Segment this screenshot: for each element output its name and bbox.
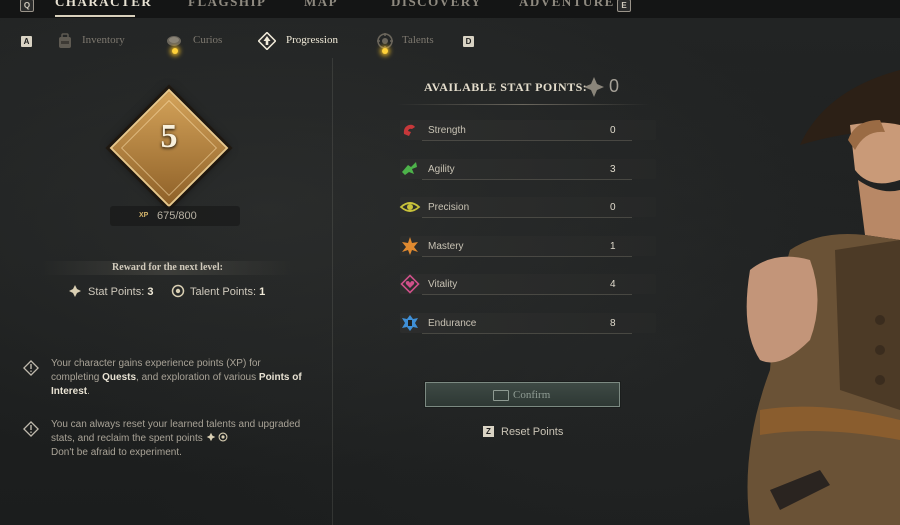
active-tab-underline bbox=[55, 15, 135, 17]
stat-row-underline bbox=[422, 255, 632, 257]
stat-value: 4 bbox=[610, 279, 616, 291]
talent-points-icon bbox=[218, 432, 228, 442]
reset-points-label: Reset Points bbox=[501, 426, 564, 438]
stat-points-icon bbox=[206, 432, 215, 442]
tab-talents[interactable]: Talents bbox=[402, 34, 434, 46]
stat-row-underline bbox=[422, 140, 632, 141]
stat-name: Mastery bbox=[428, 240, 464, 252]
stat-points-label: Stat Points: bbox=[88, 286, 145, 298]
stat-points-value: 3 bbox=[147, 286, 154, 298]
tab-progression[interactable]: Progression bbox=[286, 34, 338, 46]
available-stat-points-value: 0 bbox=[609, 76, 620, 96]
talents-notification-dot bbox=[382, 48, 388, 54]
reward-title: Reward for the next level: bbox=[112, 262, 223, 273]
tab-inventory[interactable]: Inventory bbox=[82, 34, 125, 46]
reward-talent-points: Talent Points: 1 bbox=[190, 286, 265, 298]
xp-icon: XP bbox=[139, 212, 149, 219]
stat-row-underline bbox=[422, 217, 632, 219]
strength-icon bbox=[403, 124, 415, 136]
nav-tab-map[interactable]: MAP bbox=[304, 0, 338, 10]
stat-row-strength[interactable]: Strength 0 bbox=[394, 117, 656, 141]
progression-icon bbox=[258, 32, 276, 50]
key-hint-a: A bbox=[21, 36, 32, 47]
stat-value: 8 bbox=[610, 318, 616, 329]
nav-tab-discovery[interactable]: DISCOVERY bbox=[391, 0, 482, 10]
stat-row-underline bbox=[422, 178, 632, 180]
stat-value: 0 bbox=[610, 125, 616, 136]
stat-row-vitality[interactable]: Vitality 4 bbox=[394, 271, 656, 296]
top-navigation: Q CHARACTER FLAGSHIP MAP DISCOVERY ADVEN… bbox=[0, 0, 900, 18]
tab-curios[interactable]: Curios bbox=[193, 34, 222, 46]
vitality-icon bbox=[400, 274, 420, 295]
agility-icon bbox=[402, 161, 417, 175]
key-hint-d: D bbox=[463, 36, 474, 47]
key-hint-z: Z bbox=[483, 426, 494, 437]
stat-row-agility[interactable]: Agility 3 bbox=[394, 156, 656, 180]
endurance-icon bbox=[402, 315, 418, 331]
stat-name: Agility bbox=[428, 163, 455, 175]
stat-row-underline bbox=[422, 333, 632, 334]
stat-row-underline bbox=[422, 294, 632, 296]
panel-divider bbox=[332, 58, 333, 525]
reset-points-button[interactable]: Z Reset Points bbox=[483, 426, 563, 438]
confirm-button[interactable]: Confirm bbox=[424, 381, 621, 408]
confirm-label: Confirm bbox=[513, 389, 551, 401]
stat-row-mastery[interactable]: Mastery 1 bbox=[394, 233, 656, 257]
nav-tab-character[interactable]: CHARACTER bbox=[55, 0, 152, 10]
character-portrait bbox=[746, 70, 900, 525]
talent-points-icon bbox=[171, 284, 185, 298]
info-diamond-icon bbox=[23, 360, 39, 376]
stat-row-endurance[interactable]: Endurance 8 bbox=[394, 310, 656, 334]
stat-points-icon bbox=[584, 77, 604, 97]
mastery-icon bbox=[402, 236, 418, 255]
stat-value: 0 bbox=[610, 202, 616, 214]
stat-name: Strength bbox=[428, 125, 466, 136]
sub-navigation: A Inventory Curios Progression Talents D bbox=[0, 28, 900, 58]
stat-name: Vitality bbox=[428, 279, 458, 291]
stat-name: Endurance bbox=[428, 318, 477, 329]
nav-tab-adventure[interactable]: ADVENTURE bbox=[519, 0, 615, 10]
precision-icon bbox=[399, 202, 421, 213]
available-stat-points-title: AVAILABLE STAT POINTS: bbox=[424, 80, 588, 94]
key-hint-e: E bbox=[617, 0, 631, 12]
key-hint-q: Q bbox=[20, 0, 34, 12]
stat-value: 1 bbox=[610, 240, 616, 252]
keyboard-key-icon bbox=[493, 390, 509, 401]
stat-name: Precision bbox=[428, 202, 470, 214]
talent-points-label: Talent Points: bbox=[190, 286, 257, 298]
info-diamond-icon bbox=[23, 421, 39, 437]
nav-tab-flagship[interactable]: FLAGSHIP bbox=[188, 0, 266, 10]
curios-notification-dot bbox=[172, 48, 178, 54]
talent-points-value: 1 bbox=[259, 286, 266, 298]
xp-value: 675/800 bbox=[157, 210, 197, 222]
stat-value: 3 bbox=[610, 163, 616, 175]
level-number: 5 bbox=[160, 118, 178, 155]
stat-points-icon bbox=[69, 285, 81, 297]
stat-row-precision[interactable]: Precision 0 bbox=[394, 194, 656, 219]
title-divider bbox=[396, 104, 650, 105]
inventory-icon bbox=[59, 33, 71, 48]
reward-stat-points: Stat Points: 3 bbox=[88, 286, 153, 298]
